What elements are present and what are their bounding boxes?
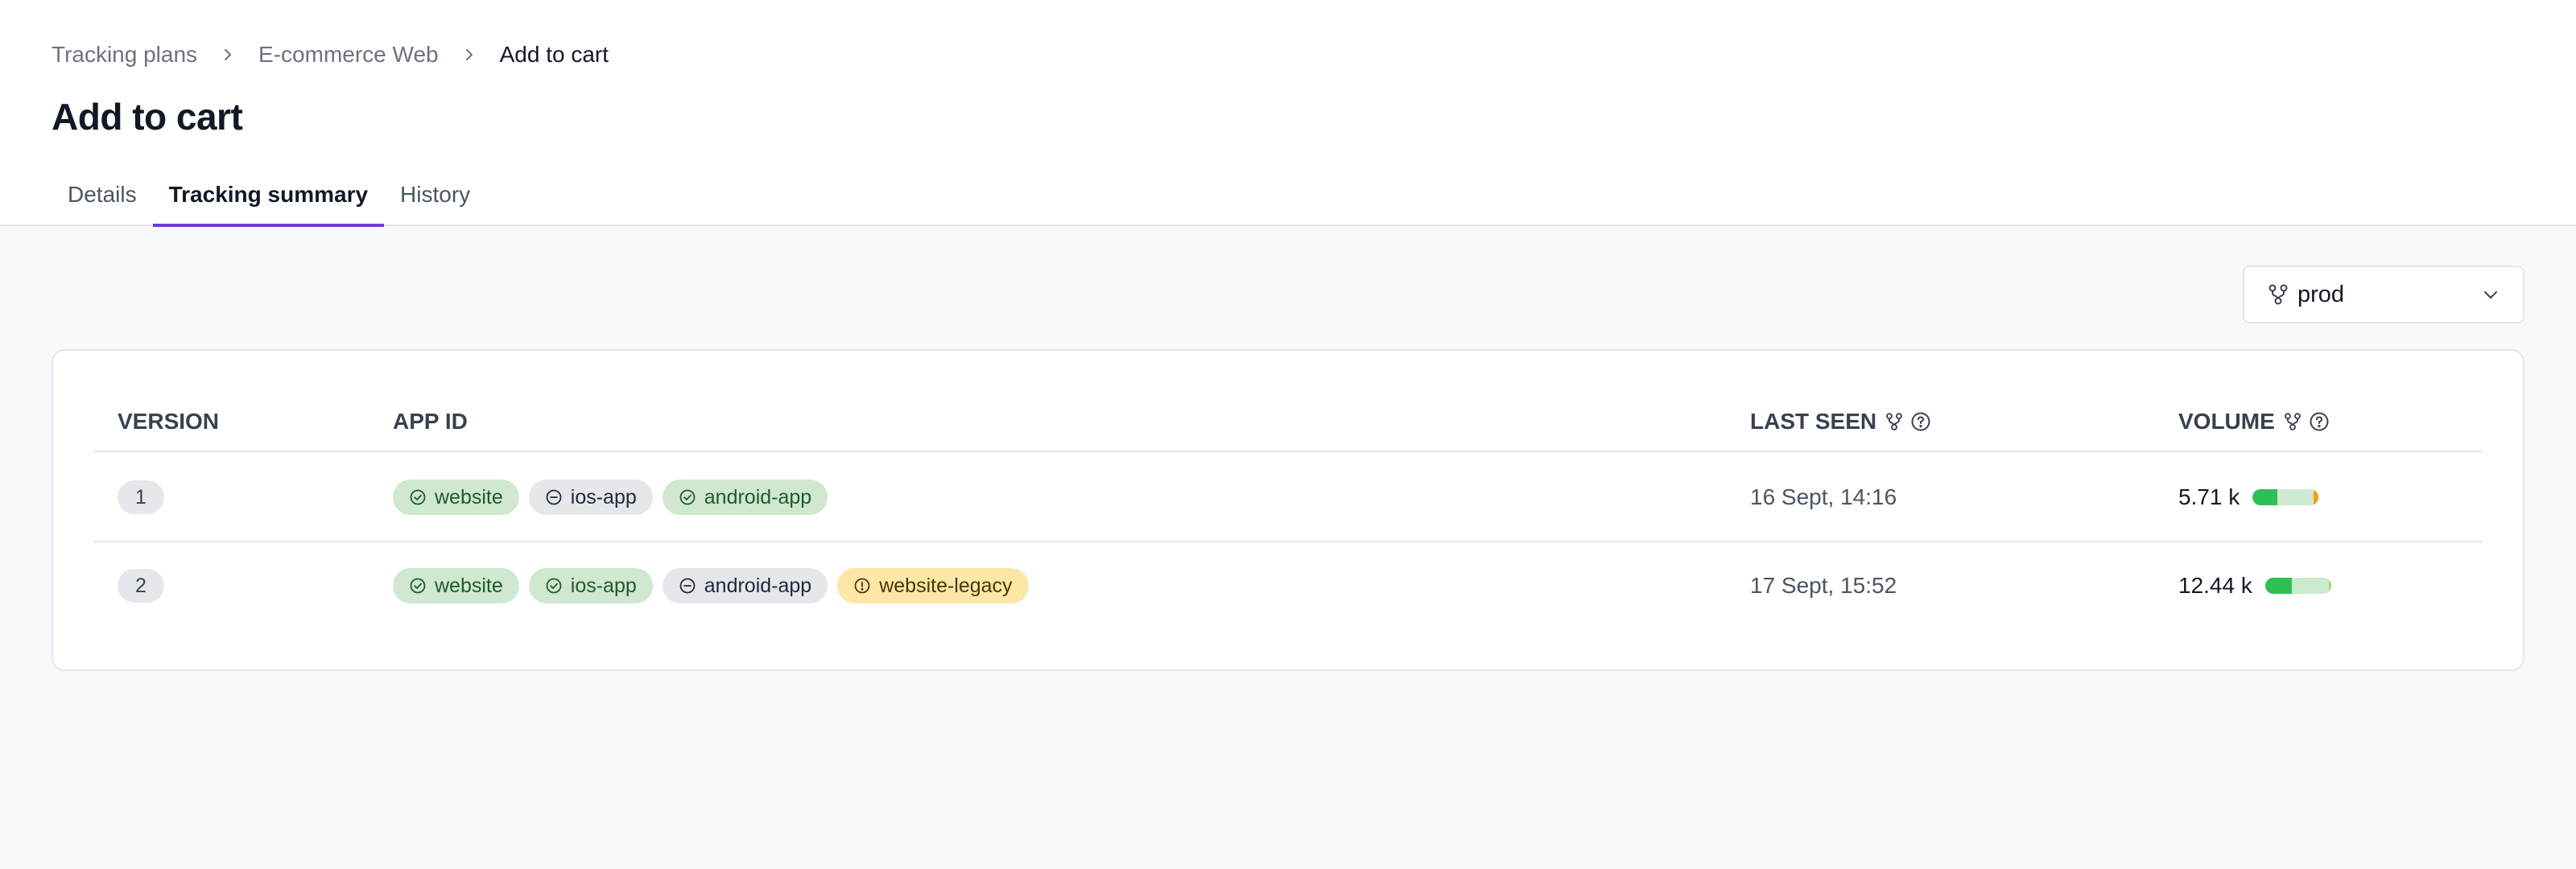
alert-circle-icon	[853, 577, 871, 595]
volume-value: 5.71 k	[2178, 484, 2240, 509]
chevron-right-icon	[221, 48, 234, 61]
help-circle-icon[interactable]	[2309, 411, 2330, 432]
table-row[interactable]: 1 website ios-app android-app 16 Sept, 1…	[93, 454, 2483, 542]
version-badge: 1	[118, 480, 164, 514]
breadcrumb-ecommerce-web[interactable]: E-commerce Web	[258, 42, 439, 68]
app-pill[interactable]: ios-app	[528, 568, 653, 603]
volume-bar-green	[2264, 578, 2292, 594]
table-header: VERSION APP ID LAST SEEN VOLUME	[93, 404, 2483, 452]
branch-icon	[1885, 412, 1904, 431]
environment-select[interactable]: prod	[2243, 266, 2524, 323]
volume-bar-green	[2252, 489, 2277, 505]
tab-details[interactable]: Details	[52, 179, 153, 227]
tracking-summary-table: VERSION APP ID LAST SEEN VOLUME 1 websit…	[52, 349, 2524, 671]
app-pill[interactable]: website-legacy	[837, 568, 1029, 603]
app-id-cell: website ios-app android-app	[393, 454, 828, 541]
chevron-down-icon	[2481, 285, 2500, 304]
app-id-cell: website ios-app android-app website-lega…	[393, 542, 1029, 629]
version-cell: 1	[118, 454, 164, 541]
check-circle-icon	[679, 488, 696, 506]
volume-value: 12.44 k	[2178, 573, 2252, 598]
app-pill[interactable]: website	[393, 568, 519, 603]
minus-circle-icon	[545, 488, 563, 506]
version-cell: 2	[118, 542, 164, 629]
version-badge: 2	[118, 569, 164, 603]
table-row[interactable]: 2 website ios-app android-app website-le…	[93, 542, 2483, 631]
page-title: Add to cart	[52, 96, 243, 138]
page-header: Tracking plans E-commerce Web Add to car…	[0, 0, 2576, 227]
breadcrumb: Tracking plans E-commerce Web Add to car…	[52, 39, 609, 71]
last-seen-cell: 17 Sept, 15:52	[1750, 573, 1897, 598]
chevron-right-icon	[463, 48, 476, 61]
environment-select-value: prod	[2297, 281, 2345, 307]
breadcrumb-current: Add to cart	[499, 42, 609, 67]
header-volume: VOLUME	[2178, 409, 2330, 434]
branch-icon	[2267, 283, 2289, 306]
tab-bar: Details Tracking summary History	[52, 179, 486, 227]
volume-cell: 12.44 k	[2178, 542, 2331, 629]
volume-bar[interactable]	[2252, 489, 2319, 505]
branch-icon	[2283, 412, 2302, 431]
header-version: VERSION	[118, 409, 220, 434]
check-circle-icon	[409, 488, 427, 506]
app-pill[interactable]: website	[393, 480, 519, 515]
breadcrumb-tracking-plans[interactable]: Tracking plans	[52, 42, 197, 68]
last-seen-cell: 16 Sept, 14:16	[1750, 484, 1897, 509]
volume-bar[interactable]	[2264, 578, 2331, 594]
volume-cell: 5.71 k	[2178, 454, 2319, 541]
check-circle-icon	[545, 577, 563, 595]
app-pill[interactable]: android-app	[662, 480, 828, 515]
app-pill[interactable]: android-app	[662, 568, 828, 603]
header-app-id: APP ID	[393, 409, 468, 434]
volume-bar-lime	[2329, 578, 2331, 594]
check-circle-icon	[409, 577, 427, 595]
header-last-seen: LAST SEEN	[1750, 409, 1931, 434]
volume-bar-orange	[2313, 489, 2319, 505]
minus-circle-icon	[679, 577, 696, 595]
tab-tracking-summary[interactable]: Tracking summary	[152, 179, 385, 227]
help-circle-icon[interactable]	[1910, 411, 1931, 432]
app-pill[interactable]: ios-app	[528, 480, 653, 515]
tab-history[interactable]: History	[384, 179, 486, 227]
